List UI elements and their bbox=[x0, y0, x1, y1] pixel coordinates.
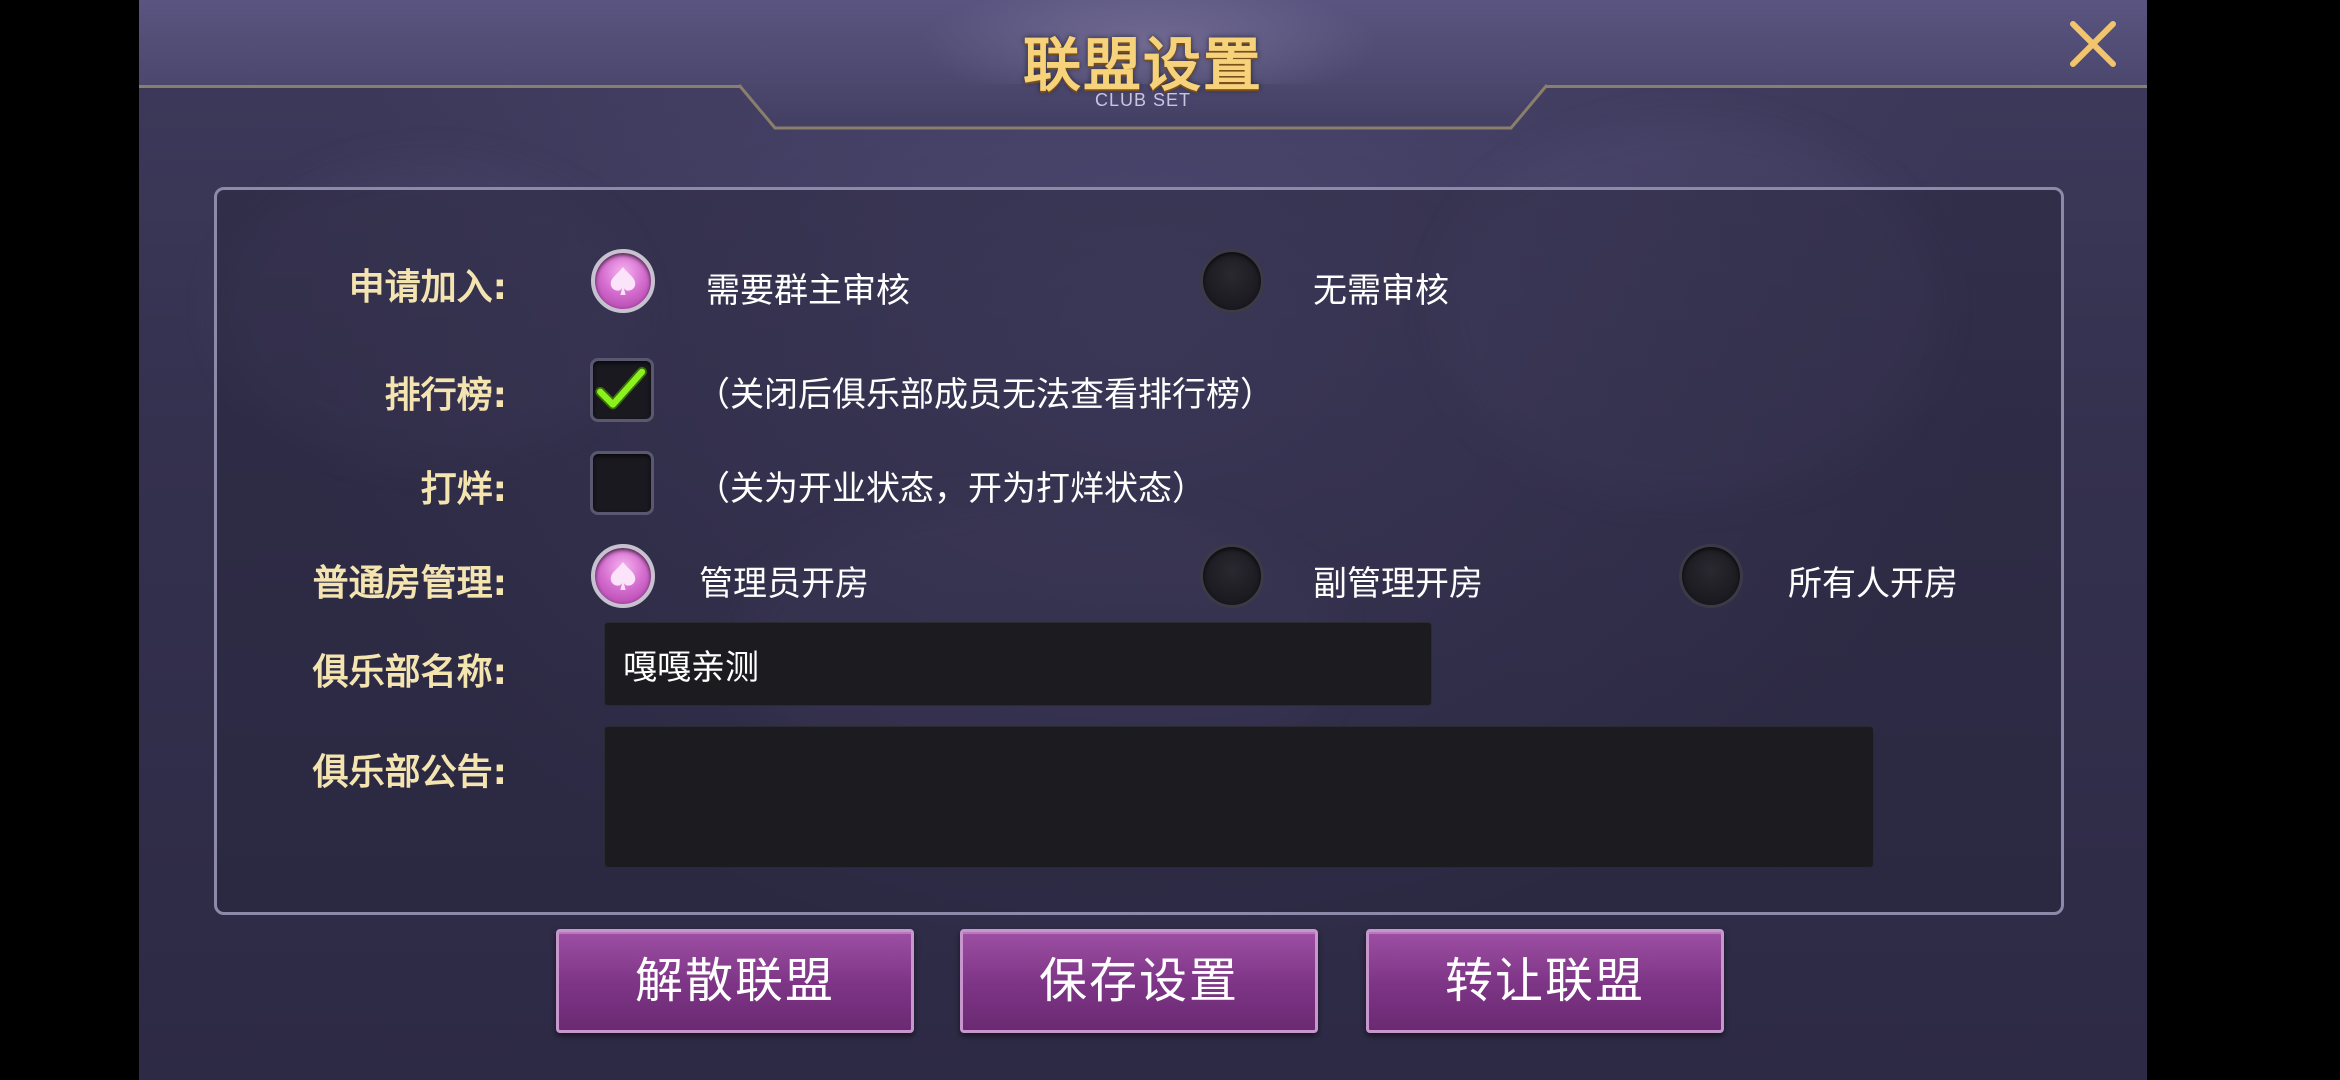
join-option-review-label[interactable]: 需要群主审核 bbox=[706, 263, 910, 312]
club-notice-input[interactable] bbox=[604, 726, 1874, 868]
closing-note: （关为开业状态，开为打烊状态） bbox=[696, 469, 1206, 509]
transfer-alliance-button[interactable]: 转让联盟 bbox=[1366, 929, 1724, 1033]
room-management-label: 普通房管理: bbox=[312, 563, 507, 604]
spade-icon bbox=[610, 267, 636, 295]
join-option-no-review-label[interactable]: 无需审核 bbox=[1313, 263, 1449, 312]
dialog-subtitle: CLUB SET bbox=[1094, 90, 1192, 110]
closing-checkbox[interactable] bbox=[590, 451, 654, 515]
room-option-everyone-label[interactable]: 所有人开房 bbox=[1788, 556, 1958, 605]
club-name-label: 俱乐部名称: bbox=[312, 652, 507, 693]
room-option-deputy-radio[interactable] bbox=[1200, 544, 1264, 608]
dissolve-alliance-button[interactable]: 解散联盟 bbox=[556, 929, 914, 1033]
ranking-label: 排行榜: bbox=[384, 375, 507, 416]
screen: 联盟设置 CLUB SET 申请加入: 需要群主审核 无需审核 排行榜: （关闭… bbox=[0, 0, 2340, 1080]
club-settings-dialog: 联盟设置 CLUB SET 申请加入: 需要群主审核 无需审核 排行榜: （关闭… bbox=[139, 0, 2147, 1080]
ranking-note: （关闭后俱乐部成员无法查看排行榜） bbox=[696, 375, 1274, 415]
save-settings-button[interactable]: 保存设置 bbox=[960, 929, 1318, 1033]
join-option-no-review-radio[interactable] bbox=[1200, 249, 1264, 313]
ranking-checkbox[interactable] bbox=[590, 358, 654, 422]
club-name-input[interactable] bbox=[604, 622, 1432, 706]
room-option-admin-radio[interactable] bbox=[591, 544, 655, 608]
room-option-admin-label[interactable]: 管理员开房 bbox=[699, 556, 869, 605]
close-icon bbox=[2070, 21, 2116, 67]
checkmark-icon bbox=[595, 366, 647, 410]
room-option-deputy-label[interactable]: 副管理开房 bbox=[1313, 556, 1483, 605]
room-option-everyone-radio[interactable] bbox=[1679, 544, 1743, 608]
close-button[interactable] bbox=[2063, 14, 2123, 74]
join-option-review-radio[interactable] bbox=[591, 249, 655, 313]
club-notice-label: 俱乐部公告: bbox=[312, 752, 507, 793]
spade-icon bbox=[610, 562, 636, 590]
closing-label: 打烊: bbox=[420, 469, 507, 510]
join-label: 申请加入: bbox=[348, 267, 507, 308]
